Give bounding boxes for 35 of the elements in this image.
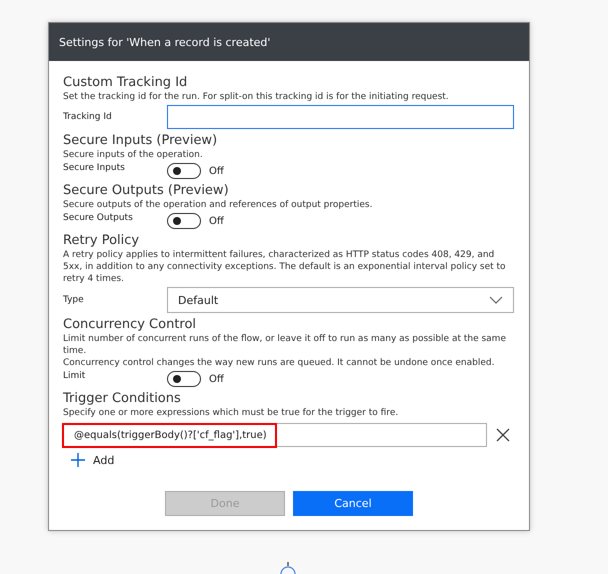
section-description: Specify one or more expressions which must be true for the trigger to fire.	[63, 407, 400, 419]
section-description: Limit number of concurrent runs of the flow, or leave it off to run as many as possible at the same time.	[63, 333, 507, 357]
section-description: A retry policy applies to intermittent failures, characterized as HTTP status codes 408, 429, and 5xx, in addition to any connectivity exceptions. The default is an exponential interval policy set to retry 4 times.	[63, 249, 507, 285]
section-title: Concurrency Control	[63, 317, 198, 333]
toggle-label: Limit	[63, 371, 86, 381]
dialog-title: Settings for 'When a record is created'	[59, 36, 270, 48]
toggle-switch[interactable]	[167, 213, 201, 229]
section-title: Secure Outputs (Preview)	[63, 183, 230, 199]
section-title: Secure Inputs (Preview)	[63, 133, 218, 149]
toggle-state: Off	[209, 374, 224, 384]
type-dropdown[interactable]: Default	[167, 287, 514, 313]
close-icon[interactable]	[495, 427, 511, 443]
add-button[interactable]: Add	[63, 447, 122, 473]
toggle-switch[interactable]	[167, 371, 201, 387]
section-description: Secure outputs of the operation and references of output properties.	[63, 199, 374, 211]
section-title: Trigger Conditions	[63, 391, 182, 407]
section-title: Custom Tracking Id	[63, 75, 188, 91]
section-title: Retry Policy	[63, 233, 140, 249]
toggle-label: Secure Outputs	[63, 213, 134, 223]
connector-drawing	[280, 562, 296, 574]
dialog-button[interactable]: Cancel	[293, 491, 413, 516]
section-description: Secure inputs of the operation.	[63, 149, 204, 161]
field-label: Type	[63, 295, 85, 305]
field-label: Tracking Id	[63, 112, 113, 122]
toggle-label: Secure Inputs	[63, 163, 126, 173]
toggle-state: Off	[209, 216, 224, 226]
section-description: Set the tracking id for the run. For split-on this tracking id is for the initiating request.	[63, 91, 450, 103]
plus-icon	[71, 453, 85, 467]
condition-field[interactable]: @equals(triggerBody()?['cf_flag'],true)	[63, 423, 487, 447]
toggle-state: Off	[209, 166, 224, 176]
chevron-down-icon	[489, 296, 503, 304]
section-description: Concurrency control changes the way new runs are queued. It cannot be undone once enabled.	[63, 357, 496, 369]
toggle-switch[interactable]	[167, 163, 201, 179]
tracking-id-field[interactable]	[167, 105, 514, 129]
condition-expression: @equals(triggerBody()?['cf_flag'],true)	[62, 422, 277, 448]
